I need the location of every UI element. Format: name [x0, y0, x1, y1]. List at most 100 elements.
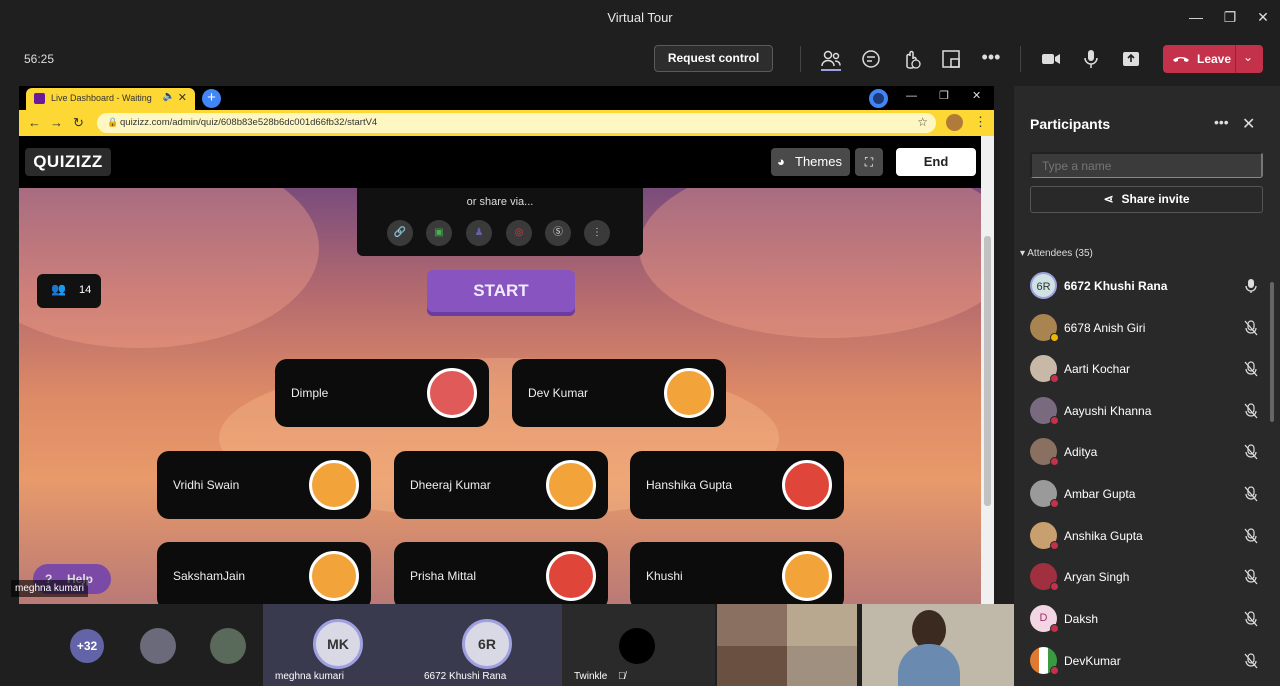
- participant-row[interactable]: 6678 Anish Giri: [1028, 308, 1264, 349]
- attendees-label: Attendees (35): [1027, 248, 1093, 259]
- toolbar-divider: [1020, 46, 1021, 72]
- video-tile[interactable]: MK meghna kumari: [263, 604, 412, 686]
- browser-tab[interactable]: Live Dashboard - Waiting 🔈 ✕: [26, 88, 195, 110]
- participant-row[interactable]: 6R 6672 Khushi Rana: [1028, 266, 1264, 307]
- tile-name: Twinkle: [574, 671, 608, 682]
- share-invite-button[interactable]: ⋖ Share invite: [1030, 186, 1263, 213]
- avatar: [1030, 397, 1059, 425]
- reload-icon[interactable]: ↻: [73, 115, 84, 131]
- video-feed[interactable]: [862, 604, 1014, 686]
- leave-button[interactable]: Leave ⌄: [1163, 45, 1263, 73]
- page-scrollbar[interactable]: [981, 136, 994, 604]
- camera-icon[interactable]: [1039, 47, 1063, 71]
- reactions-icon[interactable]: [899, 47, 923, 71]
- forward-arrow-icon[interactable]: →: [50, 115, 63, 130]
- participant-row[interactable]: DevKumar: [1028, 641, 1264, 682]
- window-title: Virtual Tour: [607, 10, 673, 25]
- schoology-icon[interactable]: Ⓢ: [545, 220, 571, 246]
- avatar: MK: [313, 619, 363, 669]
- avatar: [1030, 314, 1059, 342]
- avatar[interactable]: [210, 628, 246, 664]
- start-button[interactable]: START: [427, 270, 575, 312]
- player-card: Dimple: [275, 359, 489, 427]
- close-icon[interactable]: ✕: [972, 89, 981, 102]
- more-options-icon[interactable]: •••: [979, 47, 1003, 71]
- player-avatar-icon: [309, 460, 359, 510]
- person-silhouette: [898, 644, 960, 686]
- attendees-header[interactable]: ▾ Attendees (35): [1020, 248, 1093, 259]
- panel-close-icon[interactable]: ✕: [1242, 114, 1255, 134]
- participant-row[interactable]: Anshika Gupta: [1028, 516, 1264, 557]
- end-button[interactable]: End: [896, 148, 976, 176]
- tile-name: meghna kumari: [275, 671, 344, 682]
- video-tile[interactable]: Twinkle 🎙̸: [562, 604, 715, 686]
- close-tab-icon[interactable]: ✕: [178, 91, 187, 104]
- new-tab-icon[interactable]: +: [202, 89, 221, 108]
- video-feed[interactable]: [717, 604, 787, 646]
- back-arrow-icon[interactable]: ←: [28, 115, 41, 130]
- close-icon[interactable]: ✕: [1253, 7, 1273, 27]
- chat-icon[interactable]: [859, 47, 883, 71]
- background-cloud: [639, 188, 981, 338]
- participant-row[interactable]: Aryan Singh: [1028, 557, 1264, 598]
- fullscreen-icon[interactable]: ⛶: [855, 148, 883, 176]
- bookmark-star-icon[interactable]: ☆: [917, 115, 928, 129]
- participant-name: 6672 Khushi Rana: [1064, 279, 1168, 293]
- participant-row[interactable]: D Daksh: [1028, 599, 1264, 640]
- status-dot: [1050, 416, 1059, 425]
- restore-icon[interactable]: ❐: [939, 89, 949, 102]
- avatar: [619, 628, 655, 664]
- participant-search-input[interactable]: [1030, 152, 1263, 178]
- panel-more-icon[interactable]: •••: [1214, 114, 1229, 130]
- microphone-icon[interactable]: [1079, 47, 1103, 71]
- link-icon[interactable]: 🔗: [387, 220, 413, 246]
- teams-icon[interactable]: ♟: [466, 220, 492, 246]
- participant-name: DevKumar: [1064, 654, 1121, 668]
- participant-row[interactable]: Aditya: [1028, 432, 1264, 473]
- request-control-button[interactable]: Request control: [654, 45, 773, 72]
- address-bar[interactable]: 🔒 quizizz.com/admin/quiz/608b83e528b6dc0…: [97, 113, 936, 133]
- participant-row[interactable]: Aarti Kochar: [1028, 349, 1264, 390]
- browser-toolbar: ← → ↻ 🔒 quizizz.com/admin/quiz/608b83e52…: [19, 110, 994, 136]
- player-name: Dheeraj Kumar: [410, 478, 491, 492]
- avatar: [1030, 438, 1059, 466]
- tab-title: Live Dashboard - Waiting: [51, 93, 152, 103]
- rooms-icon[interactable]: [939, 47, 963, 71]
- share-screen-icon[interactable]: [1119, 47, 1143, 71]
- video-feed[interactable]: [717, 646, 787, 686]
- overflow-participants-button[interactable]: +32: [70, 629, 104, 663]
- maximize-icon[interactable]: ❐: [1220, 7, 1240, 27]
- mic-off-icon: [1244, 320, 1258, 336]
- player-avatar-icon: [782, 460, 832, 510]
- more-share-icon[interactable]: ⋮: [584, 220, 610, 246]
- google-classroom-icon[interactable]: ▣: [426, 220, 452, 246]
- player-name: Khushi: [646, 569, 683, 583]
- themes-button[interactable]: ◕ Themes: [771, 148, 850, 176]
- participants-scrollbar[interactable]: [1270, 282, 1274, 422]
- kebab-menu-icon[interactable]: ⋮: [974, 114, 987, 130]
- microphone-icon: [1245, 279, 1257, 293]
- minimize-icon[interactable]: —: [1186, 7, 1206, 27]
- mic-off-icon: 🎙̸: [618, 671, 626, 682]
- scrollbar-thumb[interactable]: [984, 236, 991, 506]
- player-card: Vridhi Swain: [157, 451, 371, 519]
- presenter-name-tag: meghna kumari: [11, 580, 88, 597]
- player-card: Khushi: [630, 542, 844, 604]
- leave-divider: [1235, 45, 1236, 73]
- avatar[interactable]: [140, 628, 176, 664]
- minimize-icon[interactable]: —: [906, 90, 917, 102]
- video-feed[interactable]: [787, 604, 857, 646]
- participant-name: Aryan Singh: [1064, 570, 1130, 584]
- profile-avatar[interactable]: [946, 114, 963, 131]
- lifebuoy-icon[interactable]: ◎: [506, 220, 532, 246]
- participant-name: Aditya: [1064, 445, 1098, 459]
- participant-row[interactable]: Ambar Gupta: [1028, 474, 1264, 515]
- participant-name: Aayushi Khanna: [1064, 404, 1152, 418]
- player-count: 14: [79, 284, 92, 296]
- chevron-down-icon[interactable]: ⌄: [1243, 50, 1253, 64]
- video-tile[interactable]: 6R 6672 Khushi Rana: [412, 604, 562, 686]
- video-feed[interactable]: [787, 646, 857, 686]
- participants-icon[interactable]: [819, 47, 843, 71]
- participant-row[interactable]: Aayushi Khanna: [1028, 391, 1264, 432]
- player-count-badge: 👥 14: [37, 274, 101, 308]
